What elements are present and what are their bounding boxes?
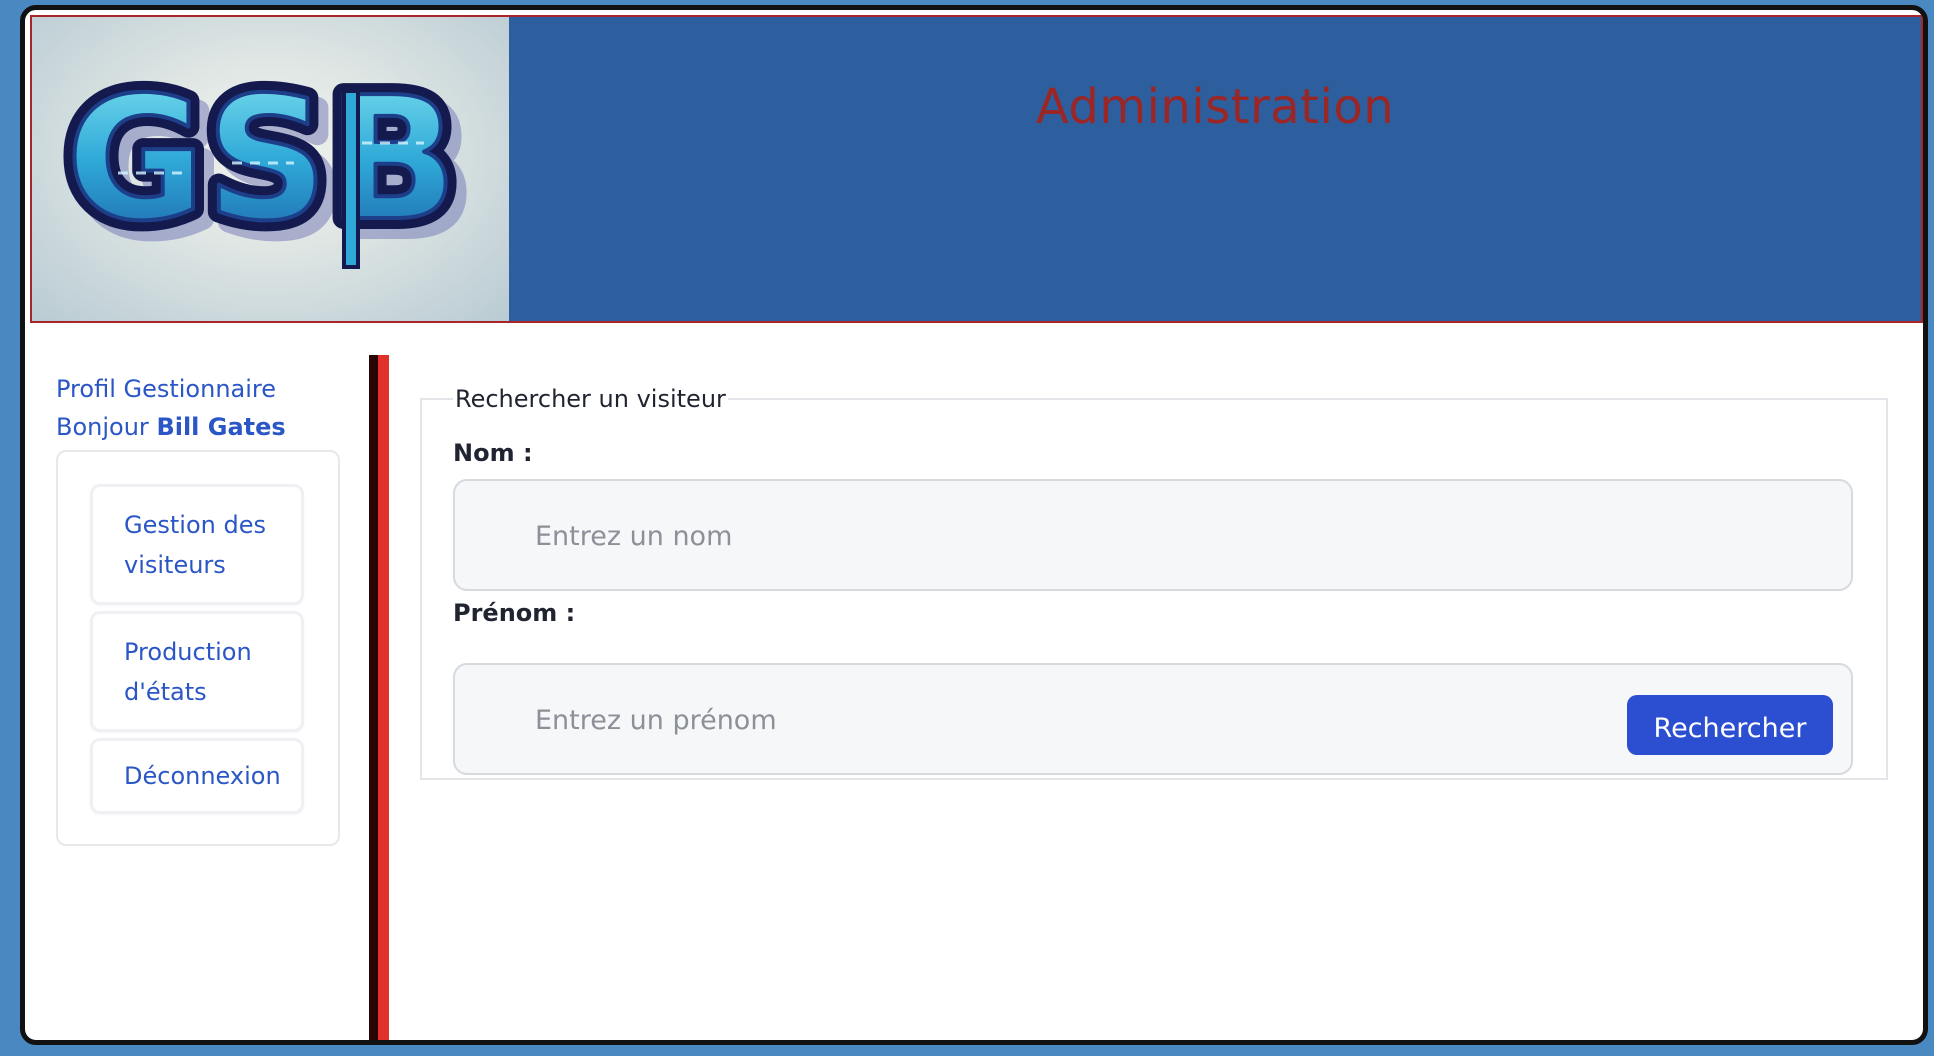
greeting: Bonjour Bill Gates [56,408,356,446]
prenom-label: Prénom : [453,599,576,627]
svg-text:GSB: GSB [66,61,458,259]
user-name: Bill Gates [156,413,286,441]
vertical-divider [369,355,389,1040]
sidebar-menu: Gestion des visiteurs Production d'états… [56,450,340,846]
search-visitor-form: Rechercher un visiteur Nom : Prénom : Re… [420,385,1888,780]
search-form-legend: Rechercher un visiteur [455,385,726,413]
nom-label: Nom : [453,439,533,467]
prenom-input[interactable] [533,665,1537,775]
sidebar-item-production-etats[interactable]: Production d'états [90,611,304,732]
greeting-text: Bonjour [56,413,149,441]
sidebar-item-label: Production [124,638,252,666]
profile-label: Profil Gestionnaire [56,375,277,403]
gsb-logo: GSB GSB GSB [32,17,509,321]
sidebar-item-gestion-visiteurs[interactable]: Gestion des visiteurs [90,484,304,605]
nom-input-wrapper [453,479,1853,591]
sidebar-item-deconnexion[interactable]: Déconnexion [90,738,304,814]
prenom-input-wrapper: Rechercher [453,663,1853,775]
sidebar: Profil Gestionnaire Bonjour Bill Gates G… [56,370,356,846]
sidebar-item-label: Gestion des [124,511,266,539]
search-button[interactable]: Rechercher [1627,695,1833,755]
sidebar-item-label: visiteurs [124,551,226,579]
gsb-logo-image: GSB GSB GSB [55,50,479,280]
sidebar-item-label: Déconnexion [124,762,281,790]
app-window: GSB GSB GSB Administration Profil Gestio… [20,5,1928,1045]
page-header: GSB GSB GSB Administration [30,15,1923,323]
sidebar-item-label: d'états [124,678,207,706]
page-title: Administration [1035,79,1395,135]
nom-input[interactable] [533,481,1537,591]
